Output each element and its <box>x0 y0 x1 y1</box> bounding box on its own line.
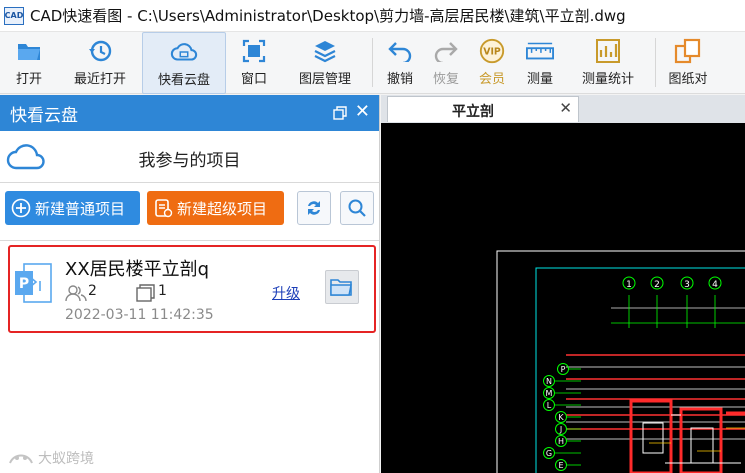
svg-text:P: P <box>19 276 29 292</box>
redo-icon <box>432 38 460 64</box>
cloud-disk-label: 快看云盘 <box>157 73 210 88</box>
open-button[interactable]: 打开 <box>0 32 58 94</box>
project-name: XX居民楼平立剖q <box>65 259 210 280</box>
section-title: 我参与的项目 <box>138 151 241 171</box>
new-normal-project-label: 新建普通项目 <box>35 199 126 218</box>
compare-drawings-label: 图纸对 <box>668 72 708 87</box>
compare-drawings-button[interactable]: 图纸对 <box>660 32 716 94</box>
compare-icon <box>674 38 702 64</box>
restore-icon[interactable] <box>333 106 347 120</box>
toolbar-separator <box>372 38 373 87</box>
close-icon[interactable]: ✕ <box>559 99 572 117</box>
window-frame-icon <box>240 38 268 64</box>
open-project-button[interactable] <box>325 270 359 304</box>
panel-title: 快看云盘 <box>10 105 78 126</box>
new-super-project-label: 新建超级项目 <box>177 199 268 218</box>
grid-axis-label: J <box>559 425 562 434</box>
cad-app-icon: CAD <box>4 6 24 25</box>
grid-axis-label: N <box>546 377 552 386</box>
layer-manager-button[interactable]: 图层管理 <box>282 32 368 94</box>
grid-axis-label: L <box>547 401 552 410</box>
document-tab-bar: 平立剖 ✕ <box>381 95 745 123</box>
window-button[interactable]: 窗口 <box>226 32 282 94</box>
svg-text:VIP: VIP <box>483 47 501 58</box>
folder-open-icon <box>15 38 43 64</box>
project-list-item[interactable]: P XX居民楼平立剖q 2 1 升级 2022-03-11 11:42:35 <box>8 245 376 333</box>
measure-label: 测量 <box>526 72 553 87</box>
close-icon[interactable]: ✕ <box>355 103 370 121</box>
vip-button[interactable]: VIP 会员 <box>469 32 515 94</box>
grid-axis-label: H <box>558 437 564 446</box>
project-timestamp: 2022-03-11 11:42:35 <box>65 307 214 323</box>
measure-button[interactable]: 测量 <box>515 32 565 94</box>
upgrade-link[interactable]: 升级 <box>272 283 300 303</box>
grid-axis-label: 3 <box>684 280 690 290</box>
undo-label: 撤销 <box>386 72 413 87</box>
grid-axis-label: M <box>546 389 553 398</box>
super-project-icon <box>153 198 173 218</box>
project-actions: 新建普通项目 新建超级项目 <box>0 183 379 241</box>
window-label: 窗口 <box>240 72 267 87</box>
document-tab-label: 平立剖 <box>452 104 494 120</box>
recent-label: 最近打开 <box>73 72 126 87</box>
files-icon <box>136 284 156 306</box>
toolbar-separator <box>655 38 656 87</box>
vip-label: 会员 <box>478 72 505 87</box>
grid-axis-label: E <box>558 461 563 470</box>
open-label: 打开 <box>15 72 42 87</box>
grid-axis-label: K <box>558 413 564 422</box>
grid-axis-label: 1 <box>626 280 632 290</box>
window-title: CAD快速看图 - C:\Users\Administrator\Desktop… <box>30 7 626 25</box>
main-toolbar: 打开 最近打开 快看云盘 窗口 图层管理 撤销 恢复 VIP 会员 测量 测量统… <box>0 32 745 94</box>
measure-stats-button[interactable]: 测量统计 <box>565 32 651 94</box>
grid-axis-label: P <box>561 365 566 374</box>
member-count: 2 <box>88 283 97 299</box>
recent-button[interactable]: 最近打开 <box>58 32 142 94</box>
document-tab[interactable]: 平立剖 ✕ <box>387 96 579 122</box>
watermark: 大蚁跨境 <box>8 448 94 468</box>
panel-header: 快看云盘 ✕ <box>0 95 379 131</box>
cloud-icon <box>170 39 198 65</box>
undo-button[interactable]: 撤销 <box>377 32 423 94</box>
watermark-text: 大蚁跨境 <box>38 451 94 467</box>
redo-button[interactable]: 恢复 <box>423 32 469 94</box>
cloud-disk-button[interactable]: 快看云盘 <box>142 32 226 94</box>
measure-stats-label: 测量统计 <box>581 72 634 87</box>
title-bar: CAD CAD快速看图 - C:\Users\Administrator\Des… <box>0 0 745 32</box>
cad-drawing: 1 2 3 4 PNMLKJHGE <box>496 250 745 473</box>
ruler-icon <box>526 38 554 64</box>
layers-icon <box>311 38 339 64</box>
cloud-disk-panel: 快看云盘 ✕ 我参与的项目 新建普通项目 新建超级项目 P XX居民楼平立剖q … <box>0 95 380 473</box>
grid-axis-label: 2 <box>654 280 660 290</box>
plus-circle-icon <box>11 198 31 218</box>
search-icon <box>348 199 366 217</box>
grid-axis-label: 4 <box>712 280 718 290</box>
sync-button[interactable] <box>297 191 331 225</box>
layer-manager-label: 图层管理 <box>298 72 351 87</box>
project-file-icon: P <box>14 261 54 309</box>
new-normal-project-button[interactable]: 新建普通项目 <box>5 191 140 225</box>
file-count: 1 <box>158 283 167 299</box>
drawing-canvas[interactable]: 1 2 3 4 P N M L K J H G E <box>381 123 745 473</box>
folder-open-icon <box>330 279 352 296</box>
redo-label: 恢复 <box>432 72 459 87</box>
search-button[interactable] <box>340 191 374 225</box>
vip-badge-icon: VIP <box>478 38 506 64</box>
members-icon <box>65 284 87 306</box>
project-section-header: 我参与的项目 <box>0 131 379 183</box>
new-super-project-button[interactable]: 新建超级项目 <box>147 191 284 225</box>
history-icon <box>86 38 114 64</box>
grid-axis-label: G <box>546 449 552 458</box>
undo-icon <box>386 38 414 64</box>
stats-chart-icon <box>594 38 622 64</box>
watermark-logo-icon <box>9 454 33 464</box>
sync-icon <box>308 201 320 215</box>
